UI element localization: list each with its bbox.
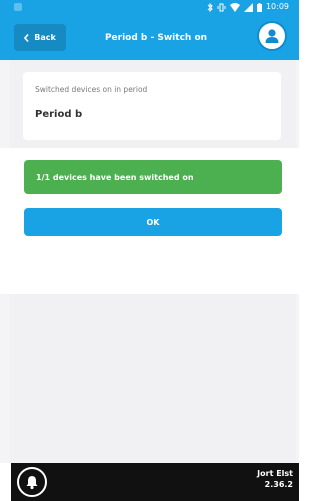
profile-button[interactable] [257,21,287,51]
user-name: Jort Elst [257,469,293,478]
notifications-button[interactable] [17,467,47,497]
result-dialog: 1/1 devices have been switched on OK [0,148,299,294]
bottom-bar: Jort Elst 2.36.2 [11,463,299,501]
period-info-card: Switched devices on in period Period b [23,72,281,140]
ok-button[interactable]: OK [24,208,282,236]
bell-icon [26,476,38,490]
back-label: Back [34,33,56,42]
vibrate-icon [217,3,226,11]
bluetooth-icon [207,2,213,12]
back-button[interactable]: Back [14,24,66,51]
card-label: Switched devices on in period [35,85,148,94]
signal-icon [243,2,253,12]
card-value: Period b [35,109,83,120]
wifi-icon [229,2,240,12]
status-bar: 10:09 [0,0,299,14]
app-version: 2.36.2 [264,480,293,489]
app-header: 10:09 Back Period b - Switch on [0,0,299,60]
user-info: Jort Elst 2.36.2 [257,468,293,490]
user-icon [265,29,279,43]
status-time: 10:09 [265,2,289,11]
notification-icon [14,3,22,11]
success-message: 1/1 devices have been switched on [24,160,282,194]
battery-icon [256,2,262,12]
chevron-left-icon [24,33,29,42]
status-icons: 10:09 [207,1,289,13]
page-title: Period b - Switch on [104,33,208,43]
